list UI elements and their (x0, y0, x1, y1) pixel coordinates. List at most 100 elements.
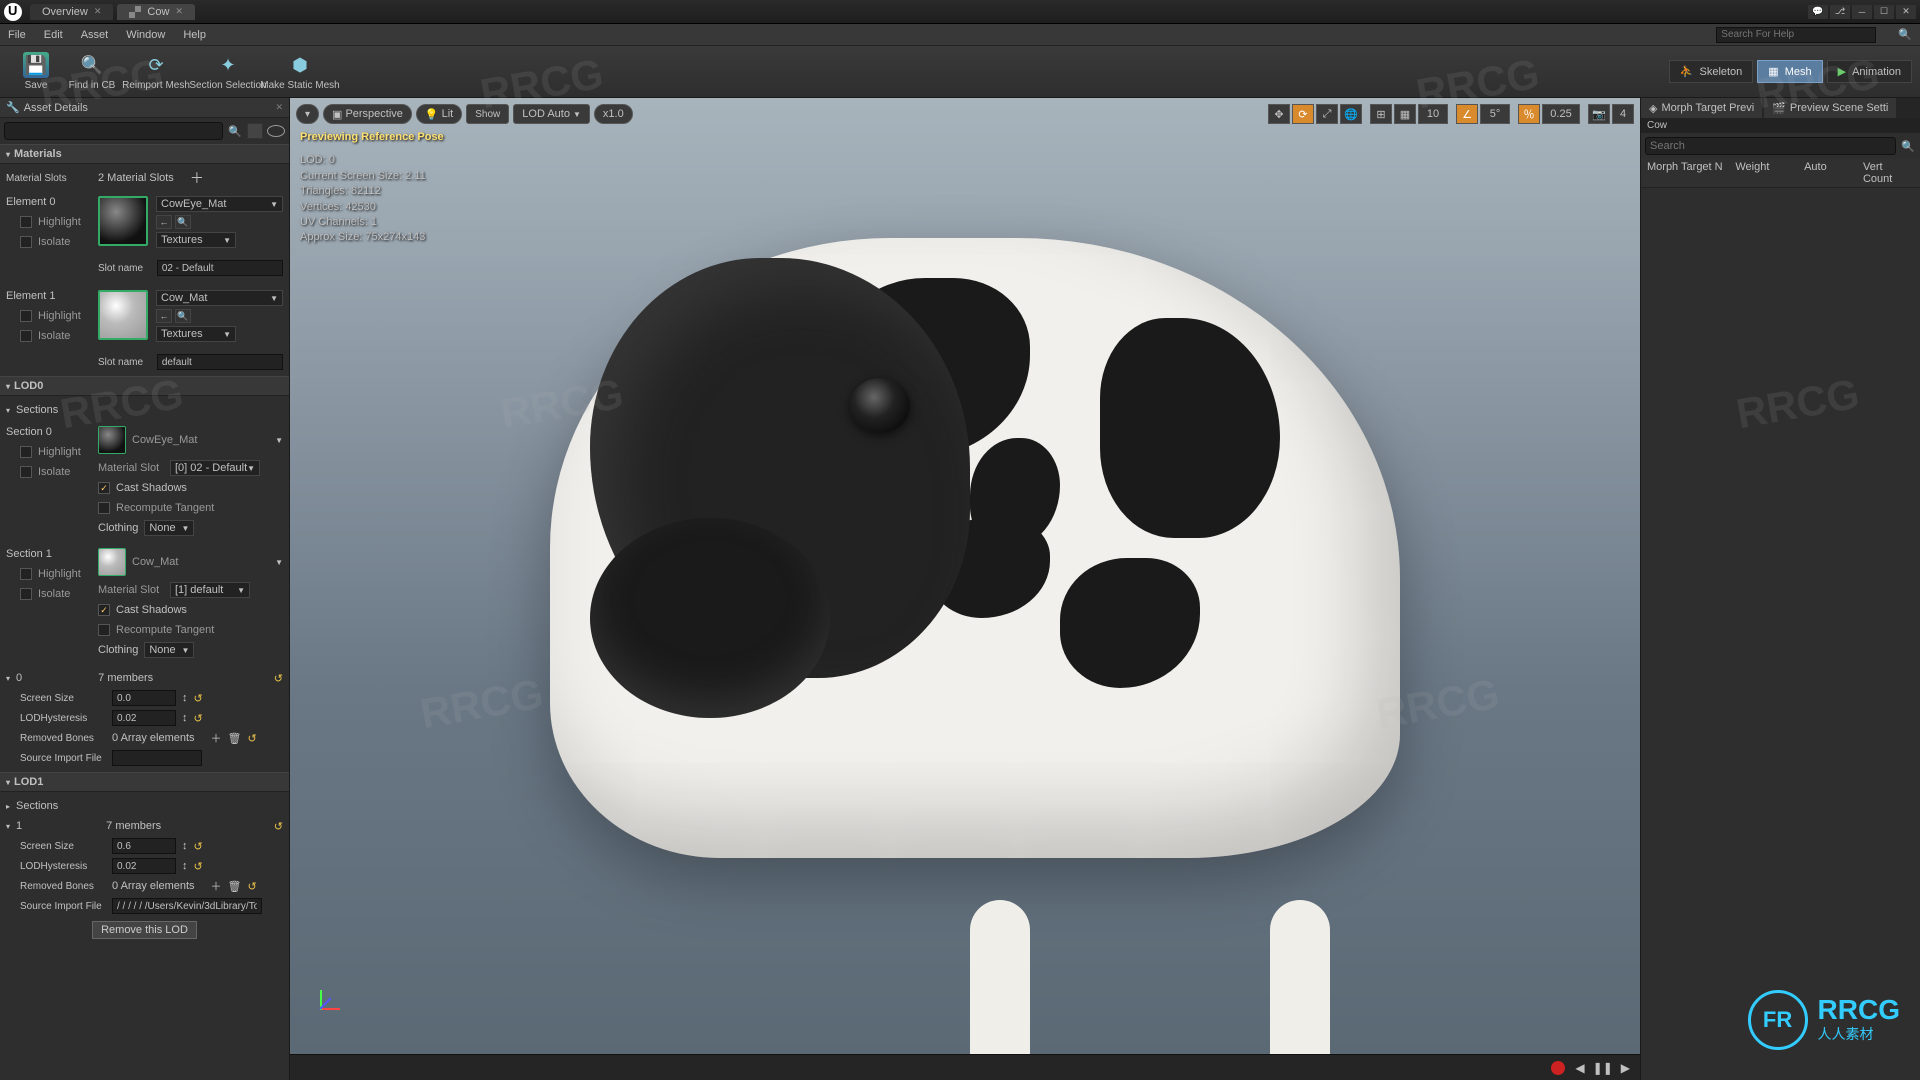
asset-details-tab[interactable]: 🔧 Asset Details ✕ (0, 98, 289, 118)
search-help-input[interactable] (1716, 27, 1876, 43)
translate-mode[interactable]: ✥ (1268, 104, 1290, 124)
cast-shadows-checkbox[interactable] (98, 482, 110, 494)
lod-hysteresis-field[interactable] (112, 710, 176, 726)
menu-dropdown[interactable]: ▾ (296, 104, 319, 124)
menu-window[interactable]: Window (126, 29, 165, 41)
reset-button[interactable]: ↺ (194, 692, 203, 705)
recompute-tangent-checkbox[interactable] (98, 502, 110, 514)
screen-size-field[interactable] (112, 690, 176, 706)
isolate-checkbox[interactable] (20, 330, 32, 342)
spinner-icon[interactable]: ↕ (182, 840, 188, 852)
preview-scene-tab[interactable]: 🎬Preview Scene Setti (1764, 98, 1896, 118)
cast-shadows-checkbox[interactable] (98, 604, 110, 616)
grid-snap-toggle[interactable]: ▦ (1394, 104, 1416, 124)
camera-speed-icon[interactable]: 📷 (1588, 104, 1610, 124)
spinner-icon[interactable]: ↕ (182, 712, 188, 724)
menu-asset[interactable]: Asset (81, 29, 109, 41)
lit-dropdown[interactable]: 💡Lit (416, 104, 462, 124)
details-search-input[interactable] (4, 122, 223, 140)
menu-edit[interactable]: Edit (44, 29, 63, 41)
highlight-checkbox[interactable] (20, 216, 32, 228)
materials-header[interactable]: ▾Materials (0, 144, 289, 164)
menu-file[interactable]: File (8, 29, 26, 41)
screen-size-field[interactable] (112, 838, 176, 854)
make-static-mesh-button[interactable]: ⬢ Make Static Mesh (264, 48, 336, 96)
add-button[interactable]: ＋ (211, 878, 222, 894)
scale-snap-toggle[interactable]: ％ (1518, 104, 1540, 124)
world-local-toggle[interactable]: 🌐 (1340, 104, 1362, 124)
reset-button[interactable]: ↺ (274, 820, 283, 833)
save-button[interactable]: 💾 Save (8, 48, 64, 96)
scale-snap-value[interactable]: 0.25 (1542, 104, 1580, 124)
highlight-checkbox[interactable] (20, 568, 32, 580)
search-icon[interactable]: 🔍 (1900, 138, 1916, 154)
material-thumbnail[interactable] (98, 548, 126, 576)
remove-lod-button[interactable]: Remove this LOD (92, 921, 197, 939)
search-icon[interactable]: 🔍 (227, 123, 243, 139)
use-selected-button[interactable]: ← (156, 215, 172, 229)
recompute-tangent-checkbox[interactable] (98, 624, 110, 636)
isolate-checkbox[interactable] (20, 466, 32, 478)
mode-mesh[interactable]: ▦ Mesh (1757, 60, 1822, 83)
mode-skeleton[interactable]: ⛹ Skeleton (1669, 60, 1754, 83)
material-dropdown[interactable]: Cow_Mat▼ (156, 290, 283, 306)
reset-button[interactable]: ↺ (194, 860, 203, 873)
browse-button[interactable]: 🔍 (175, 309, 191, 323)
tab-overview[interactable]: Overview ✕ (30, 4, 113, 20)
search-icon[interactable]: 🔍 (1898, 28, 1912, 41)
menu-help[interactable]: Help (183, 29, 206, 41)
find-in-cb-button[interactable]: 🔍 Find in CB (64, 48, 120, 96)
material-thumbnail[interactable] (98, 196, 148, 246)
add-button[interactable]: ＋ (211, 730, 222, 746)
show-button[interactable]: Show (466, 104, 509, 124)
trash-icon[interactable]: 🗑 (228, 732, 242, 745)
source-control-icon[interactable]: ⎇ (1830, 5, 1850, 19)
add-slot-button[interactable]: ＋ (190, 168, 204, 188)
maximize-button[interactable]: ☐ (1874, 5, 1894, 19)
isolate-checkbox[interactable] (20, 588, 32, 600)
surface-snap[interactable]: ⊞ (1370, 104, 1392, 124)
chevron-down-icon[interactable]: ▼ (275, 558, 283, 567)
slot-name-field[interactable] (157, 354, 283, 370)
slot-name-field[interactable] (157, 260, 283, 276)
material-thumbnail[interactable] (98, 290, 148, 340)
viewport[interactable]: ▾ ▣Perspective 💡Lit Show LOD Auto▼ x1.0 … (290, 98, 1640, 1080)
angle-snap-toggle[interactable]: ∠ (1456, 104, 1478, 124)
browse-button[interactable]: 🔍 (175, 215, 191, 229)
trash-icon[interactable]: 🗑 (228, 880, 242, 893)
material-slot-dropdown[interactable]: [0] 02 - Default▼ (170, 460, 260, 476)
playback-speed-dropdown[interactable]: x1.0 (594, 104, 633, 124)
lod0-header[interactable]: ▾LOD0 (0, 376, 289, 396)
notifications-icon[interactable]: 💬 (1808, 5, 1828, 19)
chevron-down-icon[interactable]: ▼ (275, 436, 283, 445)
clothing-dropdown[interactable]: None▼ (144, 520, 194, 536)
scale-mode[interactable]: ⤢ (1316, 104, 1338, 124)
grid-snap-value[interactable]: 10 (1418, 104, 1448, 124)
material-dropdown[interactable]: CowEye_Mat▼ (156, 196, 283, 212)
mode-animation[interactable]: ▶ Animation (1827, 60, 1912, 83)
material-thumbnail[interactable] (98, 426, 126, 454)
reset-button[interactable]: ↺ (194, 840, 203, 853)
use-selected-button[interactable]: ← (156, 309, 172, 323)
rotate-mode[interactable]: ⟳ (1292, 104, 1314, 124)
highlight-checkbox[interactable] (20, 310, 32, 322)
morph-target-tab[interactable]: ◈Morph Target Previ (1641, 98, 1762, 118)
camera-speed-value[interactable]: 4 (1612, 104, 1634, 124)
lod1-header[interactable]: ▾LOD1 (0, 772, 289, 792)
section-selection-button[interactable]: ✦ Section Selection (192, 48, 264, 96)
angle-snap-value[interactable]: 5° (1480, 104, 1510, 124)
close-icon[interactable]: ✕ (175, 6, 183, 17)
morph-search-input[interactable] (1645, 137, 1896, 155)
play-reverse-button[interactable]: ◀ (1575, 1061, 1584, 1075)
eye-icon[interactable] (267, 125, 285, 137)
play-button[interactable]: ▶ (1621, 1061, 1630, 1075)
isolate-checkbox[interactable] (20, 236, 32, 248)
close-icon[interactable]: ✕ (275, 102, 283, 113)
matrix-icon[interactable] (247, 123, 263, 139)
source-import-file-field[interactable] (112, 750, 202, 766)
reset-button[interactable]: ↺ (248, 732, 257, 745)
textures-dropdown[interactable]: Textures▼ (156, 326, 236, 342)
reset-button[interactable]: ↺ (274, 672, 283, 685)
lod-auto-dropdown[interactable]: LOD Auto▼ (513, 104, 590, 124)
spinner-icon[interactable]: ↕ (182, 692, 188, 704)
